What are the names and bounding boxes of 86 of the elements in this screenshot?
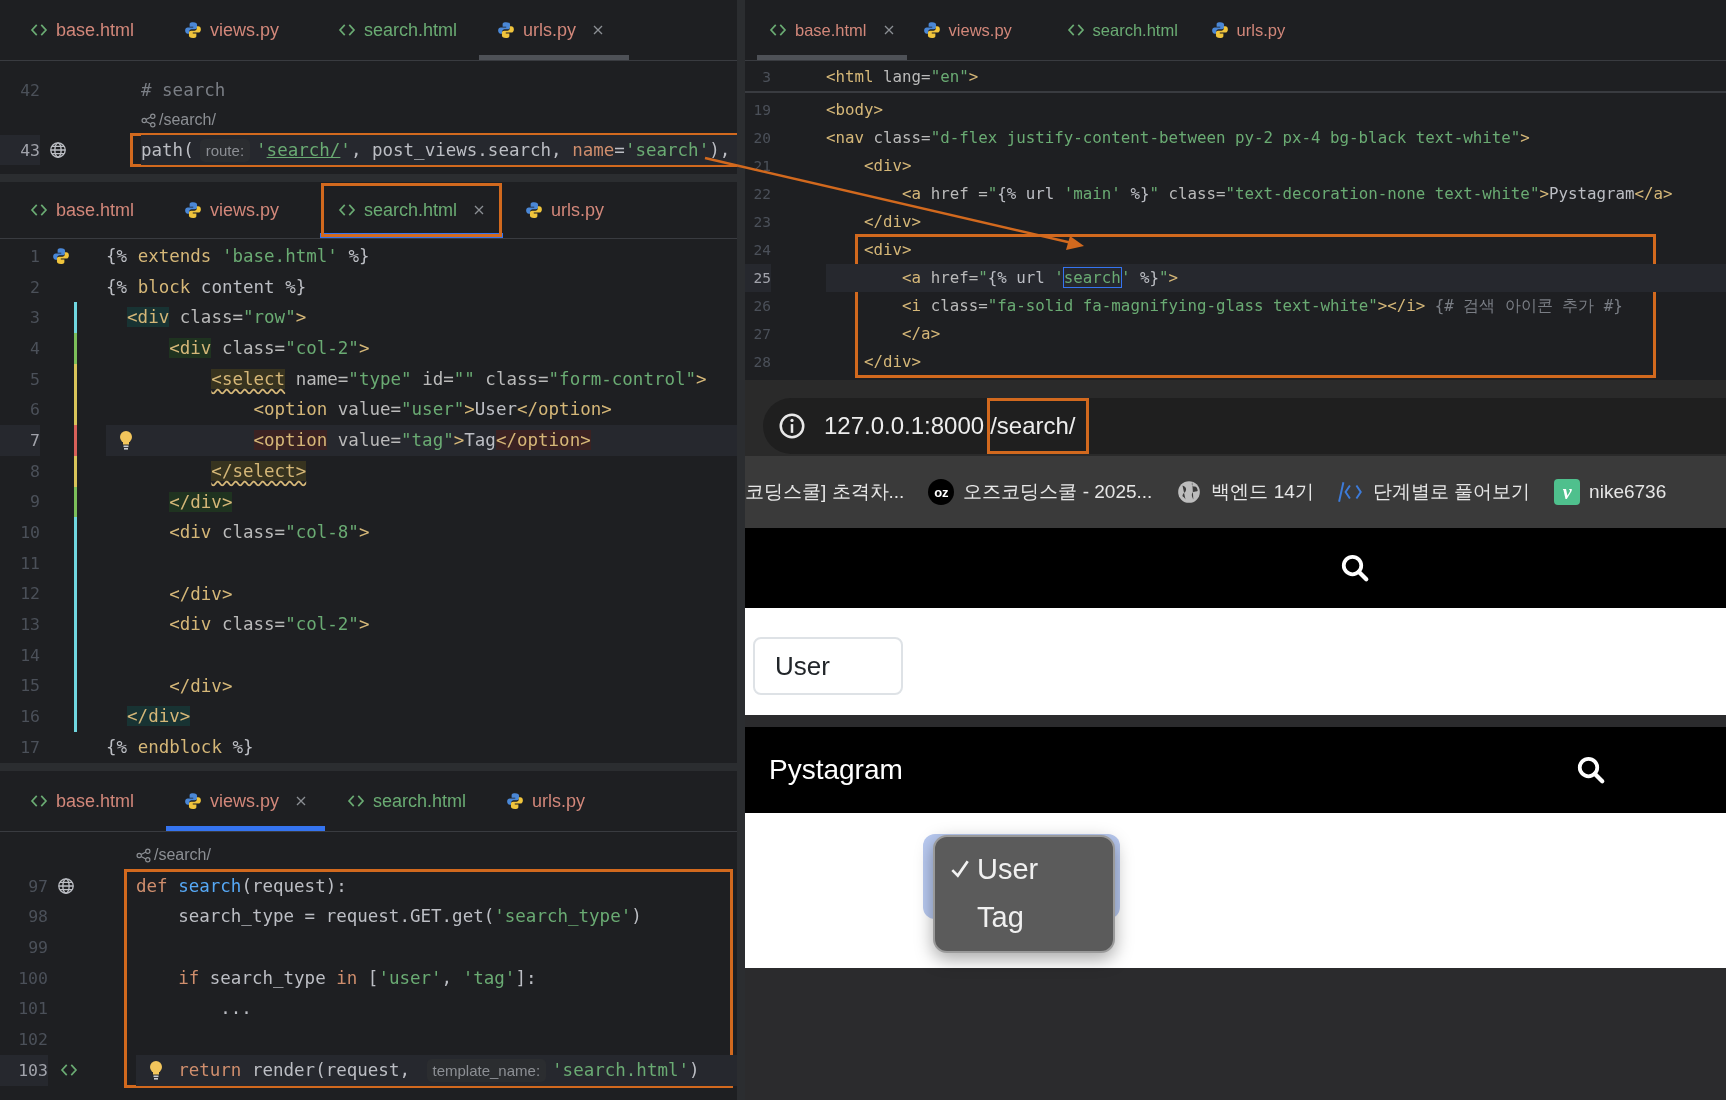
python-icon <box>1210 21 1229 39</box>
file-tab[interactable]: views.py <box>166 182 316 238</box>
info-icon[interactable] <box>777 411 807 441</box>
file-tab[interactable]: base.html <box>12 182 162 238</box>
logo-badge-icon: oz <box>928 479 955 505</box>
select-field[interactable]: User <box>753 637 903 695</box>
file-tab[interactable]: search.html <box>329 771 485 831</box>
python-icon <box>506 792 525 810</box>
bookmark[interactable]: v nike6736 <box>1554 479 1667 505</box>
file-tab[interactable]: views.py <box>166 0 316 60</box>
file-tab[interactable]: base.html <box>757 0 907 60</box>
file-tab[interactable]: urls.py <box>1198 0 1339 60</box>
bookmark[interactable]: 백엔드 14기 <box>1176 479 1314 505</box>
code-line: <i class="fa-solid fa-magnifying-glass text-white"></i> {# 검색 아이콘 추가 #} <box>901 295 1624 317</box>
close-icon[interactable] <box>882 24 895 36</box>
code-line: {% extends 'base.html' %} <box>106 245 371 268</box>
file-tab[interactable]: search.html <box>320 182 504 238</box>
code-line: {% block content %} <box>106 275 308 299</box>
code-line: # search <box>141 79 227 102</box>
brand-link[interactable]: Pystagram <box>769 754 903 786</box>
code-line: def search(request): <box>136 874 348 898</box>
dropdown-option[interactable]: Tag <box>935 893 1113 941</box>
share-icon <box>136 847 151 863</box>
usage-hint[interactable]: /search/ <box>154 846 211 865</box>
file-tab[interactable]: urls.py <box>488 771 639 831</box>
code-line: <div class="col-8"> <box>168 521 371 545</box>
file-tab[interactable]: urls.py <box>479 0 630 60</box>
code-line: </div> <box>168 674 234 698</box>
search-icon[interactable] <box>1340 553 1370 583</box>
lightbulb-icon[interactable] <box>118 430 134 451</box>
line-number: 7 <box>0 425 40 456</box>
bookmark[interactable]: 코딩스쿨] 초격차... <box>745 479 905 505</box>
code-line: <div class="col-2"> <box>168 613 371 637</box>
file-tab[interactable]: urls.py <box>507 182 658 238</box>
file-tab[interactable]: views.py <box>910 0 1051 60</box>
code-line: <html lang="en"> <box>826 66 980 88</box>
code-line: {% endblock %} <box>106 736 255 759</box>
url-text[interactable]: 127.0.0.1:8000 <box>821 408 988 444</box>
globe-icon <box>49 141 67 159</box>
code-line: <div class="row"> <box>126 306 308 330</box>
file-tab[interactable]: base.html <box>12 771 162 831</box>
url-text[interactable]: /search/ <box>987 398 1089 454</box>
python-icon <box>497 21 516 39</box>
code-line: </div> <box>168 582 234 606</box>
address-bar[interactable]: 127.0.0.1:8000 /search/ <box>763 398 1726 454</box>
globe-icon <box>57 877 75 896</box>
code-line: <div> <box>863 239 913 261</box>
code-line: ... <box>219 997 253 1021</box>
bookmark[interactable]: oz 오즈코딩스쿨 - 2025... <box>928 479 1153 505</box>
line-number: 103 <box>0 1054 48 1086</box>
code-line: <select name="type" id="" class="form-control"> <box>210 367 708 391</box>
line-number: 25 <box>745 264 771 292</box>
line-number: 43 <box>0 135 40 165</box>
globe-icon <box>1176 479 1203 505</box>
python-icon <box>184 792 202 810</box>
code-line: <body> <box>826 99 885 121</box>
code-line: </div> <box>863 211 923 233</box>
code-line: search_type = request.GET.get('search_type') <box>177 905 643 929</box>
share-icon <box>141 112 156 128</box>
python-icon <box>184 201 202 219</box>
file-tab[interactable]: views.py <box>166 771 326 831</box>
logo-badge-icon: v <box>1554 479 1581 505</box>
code-line: </div> <box>863 351 923 373</box>
code-line: </a> <box>901 323 942 345</box>
python-icon <box>525 201 544 219</box>
lightbulb-icon[interactable] <box>148 1060 164 1081</box>
code-line: <a href ="{% url 'main' %}" class="text-decoration-none text-white">Pystagram</a> <box>901 183 1674 205</box>
file-tab[interactable]: search.html <box>320 0 476 60</box>
python-icon <box>184 21 202 39</box>
code-brackets-icon <box>1337 479 1364 505</box>
search-icon[interactable] <box>1576 755 1606 785</box>
dropdown-option[interactable]: User <box>935 845 1113 893</box>
close-icon[interactable] <box>473 204 486 216</box>
code-line: <option value="user">User</option> <box>252 398 613 422</box>
close-icon[interactable] <box>592 24 605 36</box>
file-tab[interactable]: base.html <box>12 0 162 60</box>
code-line: if search_type in ['user', 'tag']: <box>177 966 538 990</box>
bookmark[interactable]: 단계별로 풀어보기 <box>1337 479 1531 505</box>
file-tab[interactable]: search.html <box>1054 0 1195 60</box>
python-icon <box>922 21 941 39</box>
code-line: <div> <box>863 155 913 177</box>
usage-hint[interactable]: /search/ <box>159 111 216 129</box>
code-line: <nav class="d-flex justify-content-between py-2 px-4 bg-black text-white"> <box>826 127 1531 149</box>
close-icon[interactable] <box>295 795 308 807</box>
code-line: <div class="col-2"> <box>168 337 371 361</box>
python-icon <box>52 247 70 266</box>
